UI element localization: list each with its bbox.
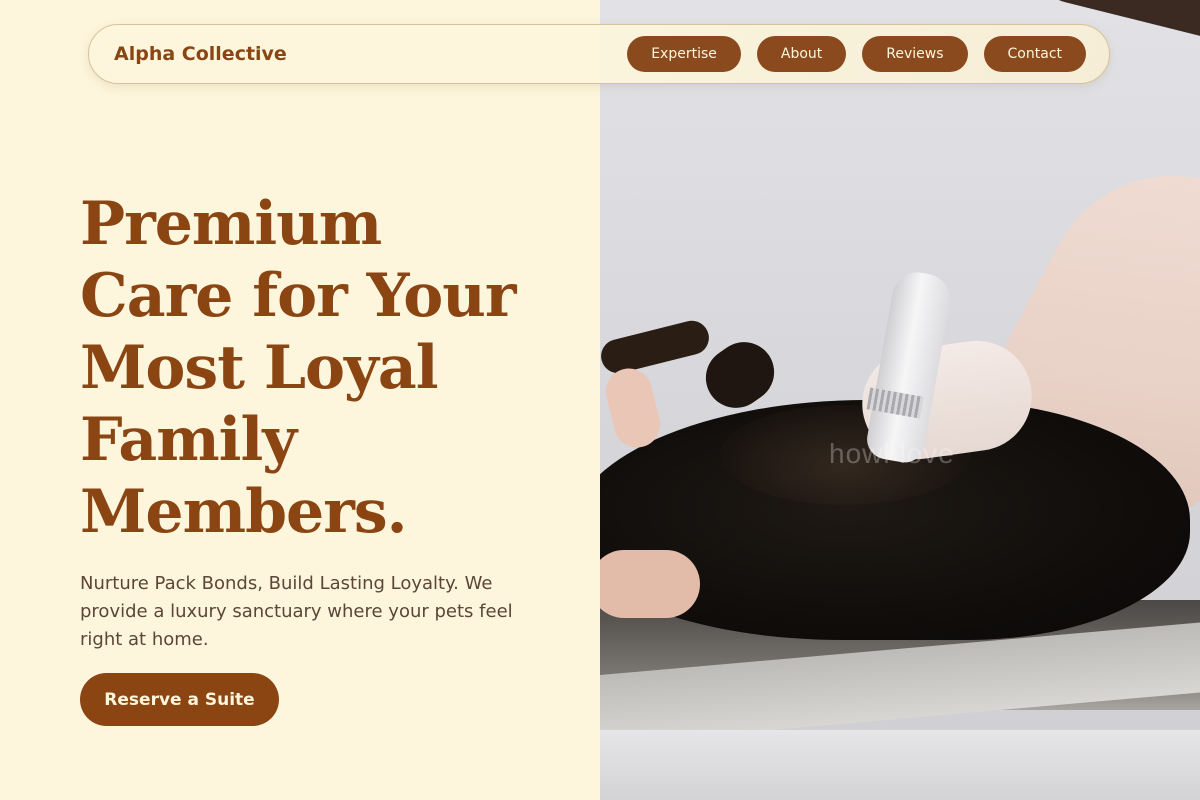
top-navbar: Alpha Collective Expertise About Reviews… [88, 24, 1110, 84]
nav-expertise-button[interactable]: Expertise [627, 36, 741, 72]
hero-photo: howl love [600, 0, 1200, 800]
photo-table-front [600, 730, 1200, 800]
hero-subtitle: Nurture Pack Bonds, Build Lasting Loyalt… [80, 573, 513, 650]
photo-hand [600, 550, 700, 618]
nav-reviews-button[interactable]: Reviews [862, 36, 968, 72]
reserve-suite-button[interactable]: Reserve a Suite [80, 673, 279, 726]
nav-contact-button[interactable]: Contact [983, 36, 1086, 72]
photo-watermark: howl love [829, 438, 955, 469]
brand-logo[interactable]: Alpha Collective [114, 43, 287, 65]
nav-links: Expertise About Reviews Contact [627, 36, 1086, 72]
hero-title: Premium Care for Your Most Loyal Family … [80, 189, 517, 547]
photo-dog-paw [600, 317, 713, 377]
nav-about-button[interactable]: About [756, 36, 847, 72]
